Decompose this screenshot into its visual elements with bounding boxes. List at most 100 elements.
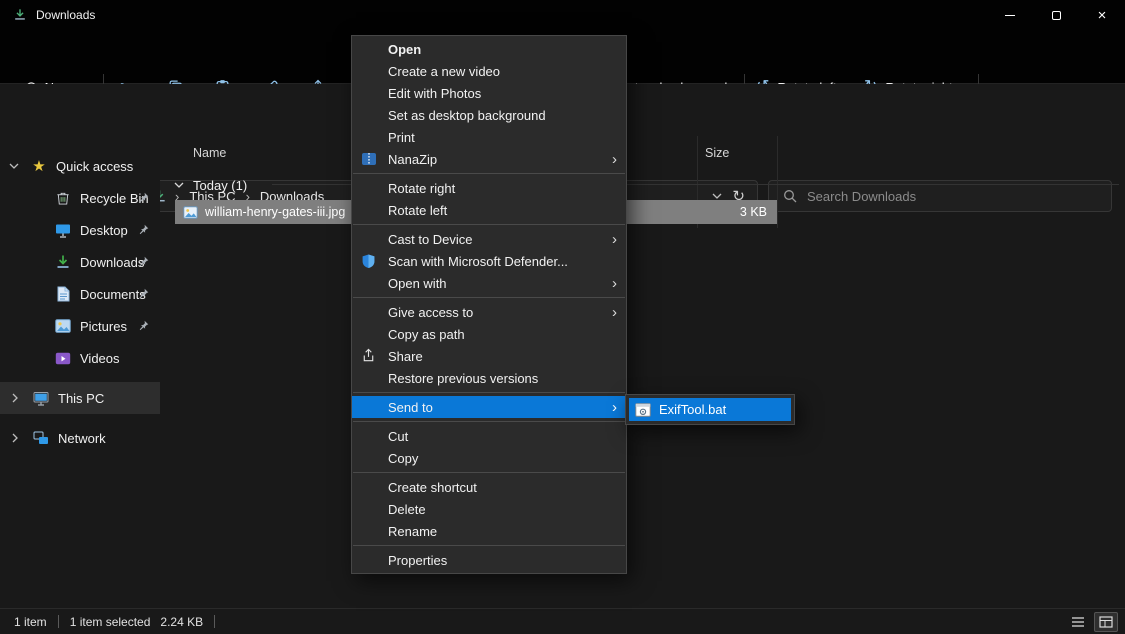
thumbnails-view-button[interactable]: [1094, 612, 1118, 632]
file-size: 3 KB: [740, 205, 767, 219]
chevron-right-icon[interactable]: [12, 433, 20, 443]
pictures-icon: [54, 319, 72, 333]
view-toggle-group: [1066, 612, 1118, 632]
status-selection: 1 item selected: [70, 615, 151, 629]
downloads-icon: [54, 254, 72, 270]
menu-item-open[interactable]: Open: [352, 38, 626, 60]
details-view-button[interactable]: [1066, 612, 1090, 632]
sidebar-item-network[interactable]: Network: [0, 422, 160, 454]
pin-icon: [138, 192, 149, 203]
submenu-arrow-icon: ›: [612, 152, 617, 167]
pin-icon: [138, 256, 149, 267]
star-icon: ★: [30, 159, 48, 174]
menu-item-restore-previous-versions[interactable]: Restore previous versions: [352, 367, 626, 389]
status-bar: 1 item 1 item selected 2.24 KB: [0, 608, 1125, 634]
sidebar-item-recycle-bin[interactable]: Recycle Bin: [0, 182, 160, 214]
menu-item-send-to[interactable]: Send to ›: [352, 396, 626, 418]
close-button[interactable]: ×: [1079, 0, 1125, 30]
sidebar-item-this-pc[interactable]: This PC: [0, 382, 160, 414]
menu-item-delete[interactable]: Delete: [352, 498, 626, 520]
menu-item-copy[interactable]: Copy: [352, 447, 626, 469]
minimize-icon: [1005, 15, 1015, 16]
maximize-button[interactable]: [1033, 0, 1079, 30]
submenu-arrow-icon: ›: [612, 232, 617, 247]
menu-item-rename[interactable]: Rename: [352, 520, 626, 542]
pin-icon: [138, 224, 149, 235]
sidebar-item-label: Network: [58, 431, 106, 446]
menu-item-cast-to-device[interactable]: Cast to Device ›: [352, 228, 626, 250]
details-view-icon: [1071, 616, 1085, 628]
pin-icon: [138, 320, 149, 331]
menu-item-edit-with-photos[interactable]: Edit with Photos: [352, 82, 626, 104]
menu-item-copy-as-path[interactable]: Copy as path: [352, 323, 626, 345]
submenu-arrow-icon: ›: [612, 305, 617, 320]
submenu-arrow-icon: ›: [612, 276, 617, 291]
menu-item-rotate-right[interactable]: Rotate right: [352, 177, 626, 199]
status-item-count: 1 item: [14, 615, 47, 629]
submenu-arrow-icon: ›: [612, 400, 617, 415]
menu-separator: [352, 294, 626, 301]
file-name: william-henry-gates-iii.jpg: [205, 205, 345, 219]
sidebar-item-quick-access[interactable]: ★ Quick access: [0, 150, 160, 182]
chevron-down-icon[interactable]: [8, 163, 20, 169]
navigation-pane: ★ Quick access Recycle Bin Desktop Downl…: [0, 134, 160, 608]
menu-item-create-a-new-video[interactable]: Create a new video: [352, 60, 626, 82]
desktop-icon: [54, 223, 72, 238]
maximize-icon: [1052, 11, 1061, 20]
share-icon: [361, 348, 376, 363]
sidebar-item-label: Quick access: [56, 159, 133, 174]
status-selection-size: 2.24 KB: [160, 615, 203, 629]
document-icon: [54, 286, 72, 302]
file-list-pane: Name Size Today (1) william-henry-gates-…: [160, 134, 1125, 608]
defender-shield-icon: [361, 253, 376, 269]
menu-item-set-as-desktop-background[interactable]: Set as desktop background: [352, 104, 626, 126]
status-divider: [214, 615, 215, 628]
sidebar-item-label: Pictures: [80, 319, 127, 334]
menu-separator: [352, 389, 626, 396]
status-divider: [58, 615, 59, 628]
menu-item-nanazip[interactable]: NanaZip ›: [352, 148, 626, 170]
menu-item-give-access-to[interactable]: Give access to ›: [352, 301, 626, 323]
menu-item-open-with[interactable]: Open with ›: [352, 272, 626, 294]
monitor-icon: [32, 391, 50, 406]
sidebar-item-pictures[interactable]: Pictures: [0, 310, 160, 342]
sidebar-item-documents[interactable]: Documents: [0, 278, 160, 310]
menu-separator: [352, 542, 626, 549]
sidebar-item-videos[interactable]: Videos: [0, 342, 160, 374]
sidebar-item-label: Downloads: [80, 255, 144, 270]
group-header-label: Today (1): [193, 178, 247, 193]
sidebar-item-downloads[interactable]: Downloads: [0, 246, 160, 278]
thumbnails-view-icon: [1099, 616, 1113, 628]
videos-icon: [54, 352, 72, 365]
column-header-name[interactable]: Name: [193, 146, 226, 160]
menu-item-rotate-left[interactable]: Rotate left: [352, 199, 626, 221]
menu-item-print[interactable]: Print: [352, 126, 626, 148]
menu-item-share[interactable]: Share: [352, 345, 626, 367]
sidebar-item-desktop[interactable]: Desktop: [0, 214, 160, 246]
column-header-size[interactable]: Size: [705, 146, 729, 160]
minimize-button[interactable]: [987, 0, 1033, 30]
nanazip-icon: [361, 151, 377, 167]
network-icon: [32, 431, 50, 445]
window-controls: ×: [987, 0, 1125, 30]
image-file-icon: [183, 206, 198, 219]
menu-item-scan-with-defender[interactable]: Scan with Microsoft Defender...: [352, 250, 626, 272]
sidebar-item-label: Desktop: [80, 223, 128, 238]
sidebar-item-label: Documents: [80, 287, 146, 302]
submenu-item-exiftool[interactable]: ExifTool.bat: [629, 398, 791, 421]
titlebar: Downloads ×: [0, 0, 1125, 30]
column-divider[interactable]: [777, 136, 778, 228]
menu-item-cut[interactable]: Cut: [352, 425, 626, 447]
menu-separator: [352, 469, 626, 476]
group-header-today[interactable]: Today (1): [174, 176, 247, 194]
chevron-right-icon[interactable]: [12, 393, 20, 403]
recycle-bin-icon: [54, 190, 72, 206]
menu-item-properties[interactable]: Properties: [352, 549, 626, 571]
sidebar-item-label: Videos: [80, 351, 120, 366]
sidebar-item-label: This PC: [58, 391, 104, 406]
downloads-app-icon: [13, 8, 27, 22]
menu-item-create-shortcut[interactable]: Create shortcut: [352, 476, 626, 498]
window-title: Downloads: [36, 8, 95, 22]
chevron-down-icon[interactable]: [174, 182, 184, 188]
menu-separator: [352, 221, 626, 228]
